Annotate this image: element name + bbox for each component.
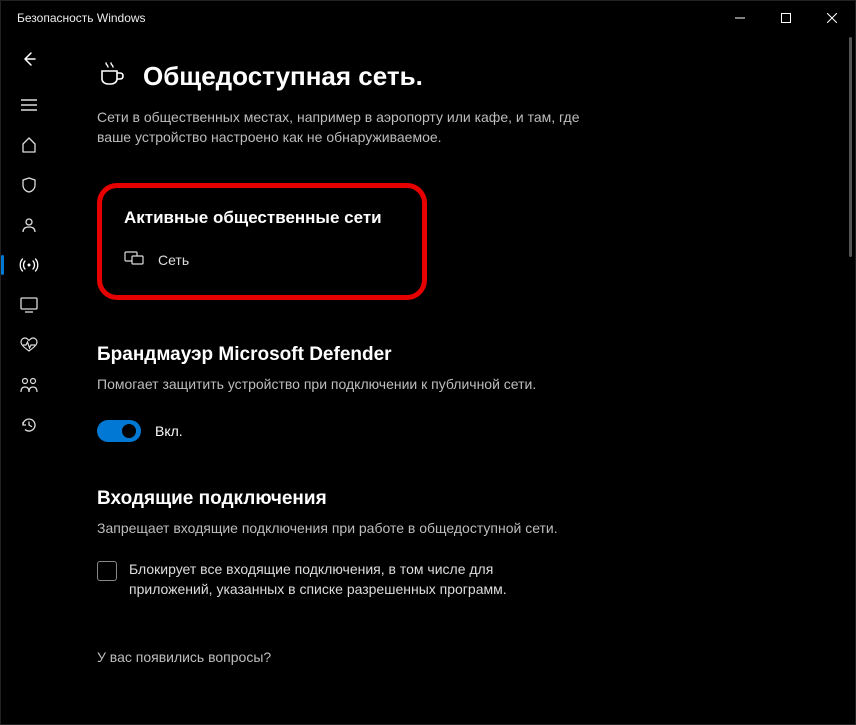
- block-all-checkbox[interactable]: [97, 561, 117, 581]
- sidebar-item-family[interactable]: [9, 367, 49, 403]
- window-title: Безопасность Windows: [17, 11, 146, 25]
- close-button[interactable]: [809, 1, 855, 35]
- close-icon: [827, 13, 837, 23]
- sidebar-item-app-control[interactable]: [9, 287, 49, 323]
- firewall-toggle-label: Вкл.: [155, 423, 183, 439]
- sidebar-item-device-health[interactable]: [9, 327, 49, 363]
- hamburger-button[interactable]: [9, 87, 49, 123]
- block-all-label: Блокирует все входящие подключения, в то…: [129, 560, 567, 599]
- shield-icon: [20, 176, 38, 194]
- firewall-toggle[interactable]: [97, 420, 141, 442]
- minimize-button[interactable]: [717, 1, 763, 35]
- broadcast-icon: [19, 256, 39, 274]
- maximize-button[interactable]: [763, 1, 809, 35]
- body: Общедоступная сеть. Сети в общественных …: [1, 35, 855, 724]
- network-item: Сеть: [124, 250, 400, 269]
- sidebar-item-history[interactable]: [9, 407, 49, 443]
- history-icon: [20, 416, 38, 434]
- heart-icon: [19, 337, 39, 353]
- active-networks-title: Активные общественные сети: [124, 208, 400, 228]
- network-name: Сеть: [158, 252, 189, 268]
- minimize-icon: [735, 13, 745, 23]
- incoming-section: Входящие подключения Запрещает входящие …: [97, 488, 815, 599]
- page-subtitle: Сети в общественных местах, например в а…: [97, 108, 617, 147]
- sidebar-item-firewall[interactable]: [9, 247, 49, 283]
- firewall-section: Брандмауэр Microsoft Defender Помогает з…: [97, 344, 815, 442]
- family-icon: [19, 376, 39, 394]
- page-title: Общедоступная сеть.: [143, 61, 423, 92]
- home-icon: [20, 136, 38, 154]
- person-icon: [20, 216, 38, 234]
- titlebar: Безопасность Windows: [1, 1, 855, 35]
- firewall-desc: Помогает защитить устройство при подключ…: [97, 376, 815, 392]
- sidebar-item-virus[interactable]: [9, 167, 49, 203]
- sidebar-item-home[interactable]: [9, 127, 49, 163]
- sidebar-item-account[interactable]: [9, 207, 49, 243]
- page-header: Общедоступная сеть.: [97, 59, 815, 94]
- arrow-left-icon: [21, 51, 37, 67]
- maximize-icon: [781, 13, 791, 23]
- block-all-row: Блокирует все входящие подключения, в то…: [97, 560, 567, 599]
- hamburger-icon: [21, 98, 37, 112]
- incoming-title: Входящие подключения: [97, 488, 815, 510]
- scrollbar-thumb[interactable]: [849, 37, 852, 257]
- help-title: У вас появились вопросы?: [97, 649, 815, 665]
- incoming-desc: Запрещает входящие подключения при работ…: [97, 520, 815, 536]
- network-icon: [124, 250, 144, 269]
- main-content: Общедоступная сеть. Сети в общественных …: [57, 35, 855, 724]
- active-networks-section: Активные общественные сети Сеть: [97, 183, 427, 300]
- monitor-icon: [20, 297, 38, 313]
- window-controls: [717, 1, 855, 35]
- back-button[interactable]: [9, 41, 49, 77]
- firewall-toggle-row: Вкл.: [97, 420, 815, 442]
- app-window: Безопасность Windows: [0, 0, 856, 725]
- coffee-icon: [97, 59, 127, 94]
- firewall-title: Брандмауэр Microsoft Defender: [97, 344, 815, 366]
- sidebar: [1, 35, 57, 724]
